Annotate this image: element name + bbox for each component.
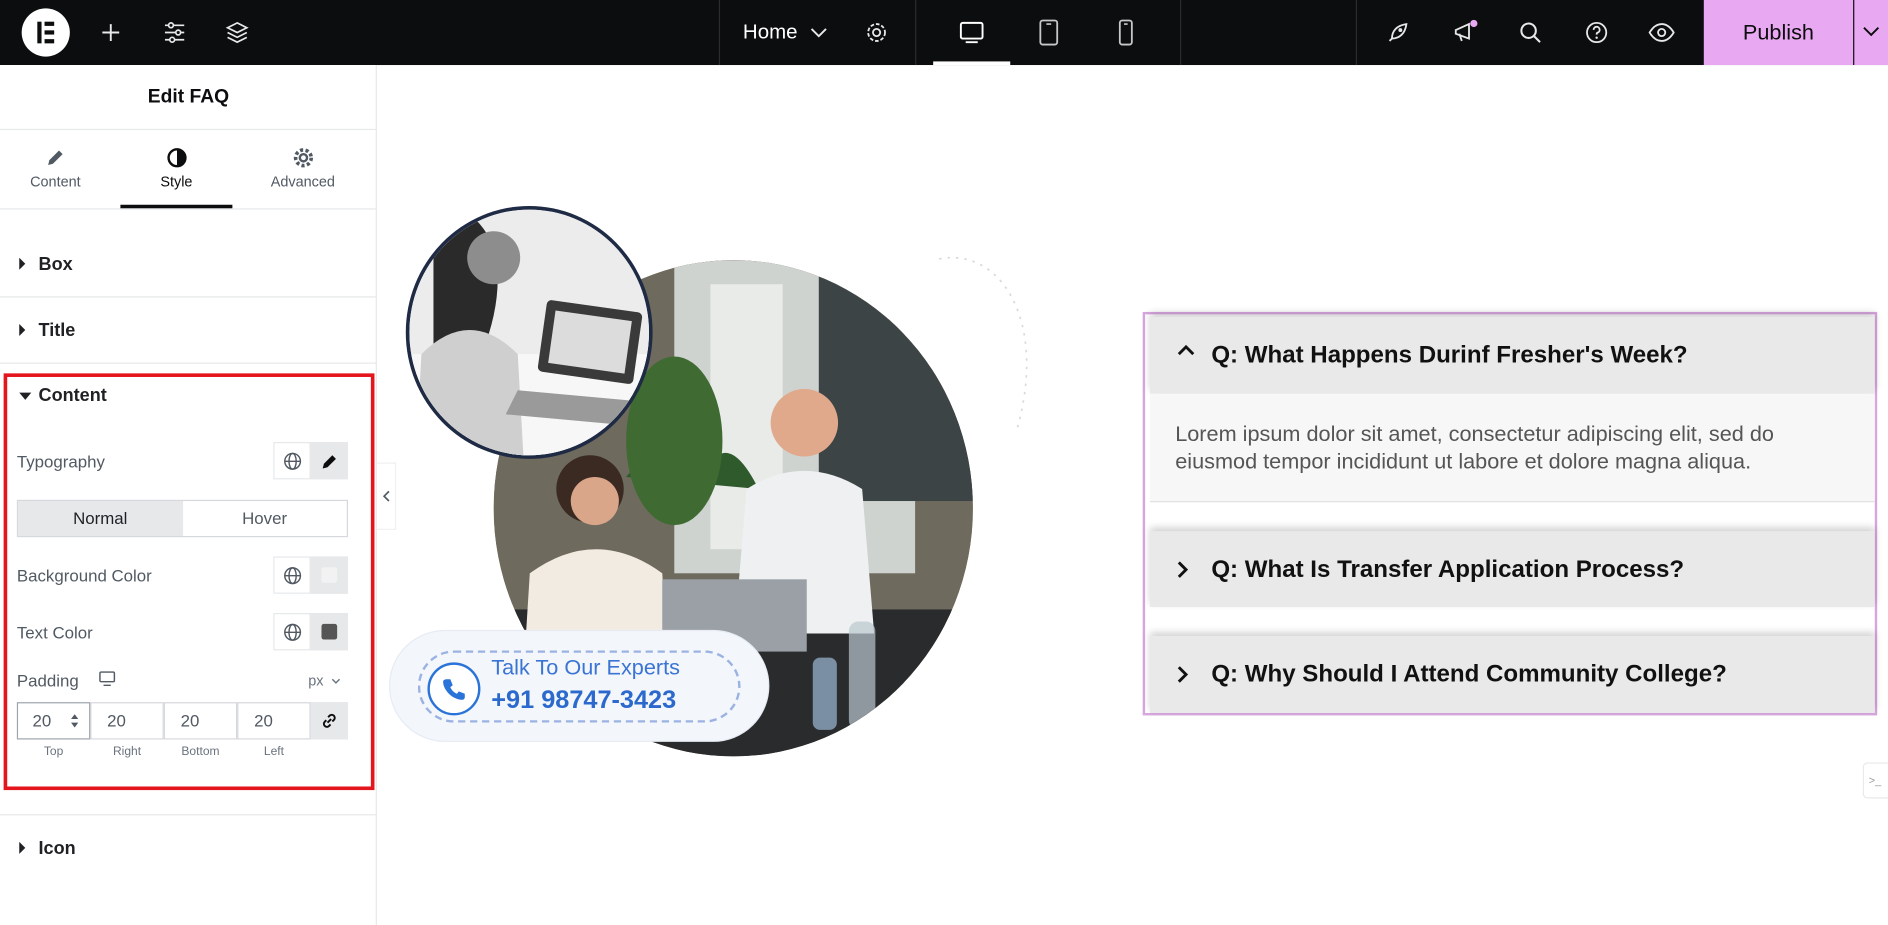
faq-item-1-answer: Lorem ipsum dolor sit amet, consectetur … [1149,393,1875,503]
pencil-icon [0,147,111,169]
caret-down-icon [19,392,32,400]
globe-icon[interactable] [273,556,311,594]
faq-widget[interactable]: Q: What Happens Durinf Fresher's Week? L… [1142,311,1878,716]
contact-cta-card[interactable]: Talk To Our Experts +91 98747-3423 [388,629,770,742]
cta-phone-number[interactable]: +91 98747-3423 [491,687,676,716]
padding-top-label: Top [43,745,64,759]
publish-button[interactable]: Publish [1703,0,1854,66]
tablet-device-icon[interactable] [1010,0,1087,65]
link-values-icon[interactable] [310,702,348,740]
section-icon[interactable]: Icon [0,815,377,881]
text-color-swatch[interactable] [310,613,348,651]
mobile-device-icon[interactable] [1087,0,1164,65]
desktop-responsive-icon[interactable] [99,671,116,693]
side-tab-peek[interactable]: >_ [1862,762,1888,799]
padding-right-input[interactable]: 20 [90,702,164,740]
preview-eye-icon[interactable] [1644,0,1680,65]
caret-right-icon [19,841,26,854]
structure-layers-icon[interactable] [220,0,254,65]
search-icon[interactable] [1512,0,1548,65]
globe-icon[interactable] [273,442,311,480]
site-settings-sliders-icon[interactable] [158,0,192,65]
typography-label: Typography [16,451,105,471]
unit-selector[interactable]: px [308,672,341,689]
faq-question: Q: What Happens Durinf Fresher's Week? [1211,342,1688,369]
background-color-label: Background Color [16,566,152,586]
phone-icon [427,662,481,716]
padding-label: Padding [16,670,79,691]
cta-heading: Talk To Our Experts [491,655,680,680]
active-device-indicator [933,61,1011,66]
padding-right-label: Right [112,745,142,759]
padding-left-input[interactable]: 20 [237,702,311,740]
faq-question: Q: What Is Transfer Application Process? [1211,556,1685,583]
state-hover-tab[interactable]: Hover [182,501,346,536]
caret-right-icon [19,323,26,337]
collapse-panel-button[interactable] [376,462,397,530]
typography-edit-pencil-icon[interactable] [310,442,348,480]
publish-options-button[interactable] [1854,0,1888,66]
chevron-left-icon [382,490,390,502]
chevron-up-icon [1177,344,1195,356]
elementor-logo[interactable] [21,8,70,57]
globe-icon[interactable] [273,613,311,651]
faq-question: Q: Why Should I Attend Community College… [1211,661,1727,688]
padding-bottom-input[interactable]: 20 [163,702,238,740]
desktop-device-icon[interactable] [933,0,1010,65]
section-title[interactable]: Title [0,297,377,364]
panel-title: Edit FAQ [0,65,377,131]
state-switcher: Normal Hover [16,499,348,538]
top-bar: Home Publish [0,0,1888,66]
help-icon[interactable] [1579,0,1615,65]
tab-content[interactable]: Content [0,131,111,208]
woman-laptop-photo [405,205,653,459]
text-color-label: Text Color [16,622,93,642]
faq-item-1-header[interactable]: Q: What Happens Durinf Fresher's Week? [1149,316,1875,394]
editor-panel: Edit FAQ Content Style Advanced Box Titl… [0,65,377,925]
page-settings-gear-icon[interactable] [860,0,894,65]
faq-item-2-header[interactable]: Q: What Is Transfer Application Process? [1149,531,1875,608]
padding-left-label: Left [263,745,284,759]
padding-bottom-label: Bottom [181,745,220,759]
state-normal-tab[interactable]: Normal [18,501,183,536]
gear-icon [247,147,359,169]
section-box[interactable]: Box [0,231,377,298]
add-element-icon[interactable] [94,0,128,65]
chevron-right-icon [1177,666,1189,683]
tab-advanced[interactable]: Advanced [247,131,359,208]
stepper-arrows-icon[interactable] [70,713,80,729]
page-selector[interactable]: Home [743,0,798,65]
faq-item-3-header[interactable]: Q: Why Should I Attend Community College… [1149,635,1875,714]
chevron-down-icon[interactable] [807,0,831,65]
rocket-icon[interactable] [1380,0,1416,65]
tab-style[interactable]: Style [120,131,232,208]
background-color-swatch[interactable] [310,556,348,594]
chevron-right-icon [1177,561,1189,578]
padding-top-input[interactable]: 20 [16,702,91,740]
contrast-icon [120,147,232,169]
caret-right-icon [19,257,26,270]
section-content-header[interactable]: Content [39,385,107,405]
notifications-megaphone-icon[interactable] [1447,0,1483,65]
